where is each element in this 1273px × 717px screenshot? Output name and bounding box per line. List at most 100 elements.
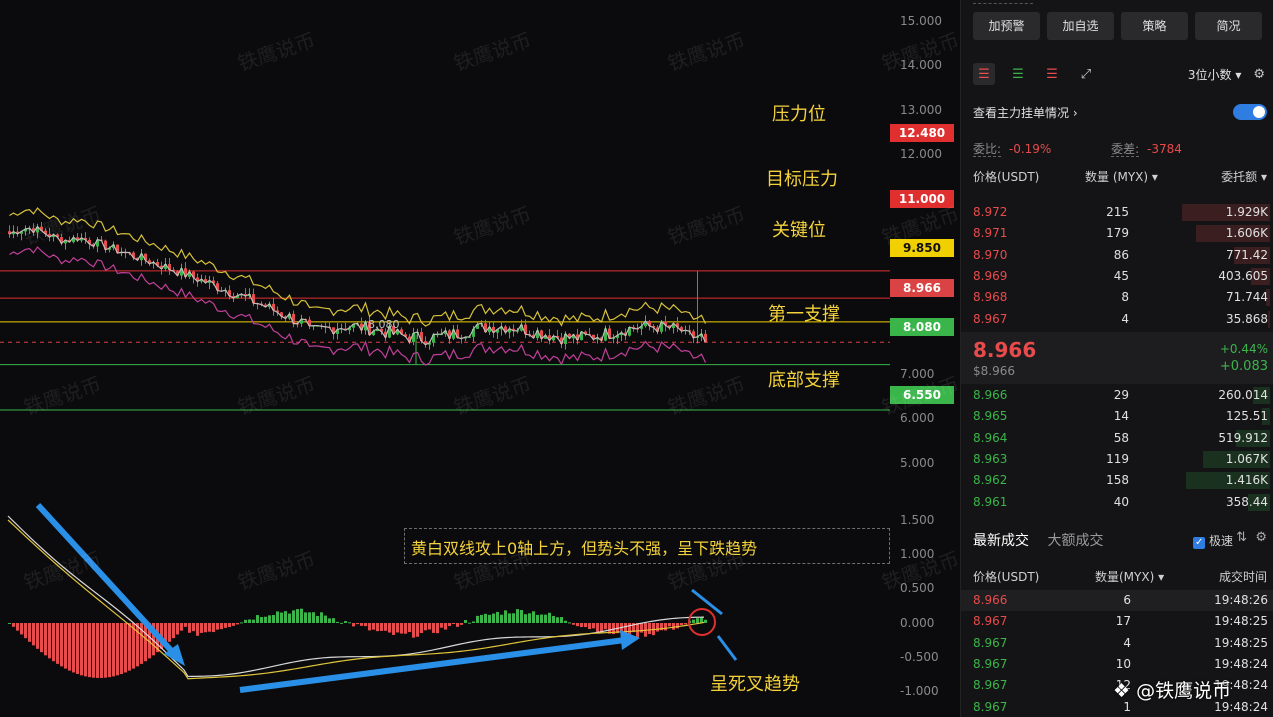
macd-histogram-bar <box>220 623 223 630</box>
bottom-support-price-tag: 6.550 <box>890 386 954 404</box>
macd-histogram-bar <box>508 613 511 623</box>
trade-qty-header[interactable]: 数量(MYX) ▾ <box>1095 568 1164 585</box>
macd-histogram-bar <box>584 623 587 628</box>
bid-row[interactable]: 8.961 40 358.44 <box>961 492 1273 513</box>
macd-histogram-bar <box>636 623 639 638</box>
macd-histogram-bar <box>368 623 371 631</box>
macd-histogram-bar <box>564 620 567 623</box>
macd-histogram-bar <box>172 623 175 639</box>
macd-histogram-bar <box>48 623 51 659</box>
macd-histogram-bar <box>436 623 439 634</box>
add-alert-button[interactable]: 加预警 <box>973 12 1040 40</box>
main-orders-toggle[interactable] <box>1233 104 1267 120</box>
settings-icon[interactable]: ⚙ <box>1255 530 1267 545</box>
first-support-price-tag: 8.080 <box>890 318 954 336</box>
ask-row[interactable]: 8.969 45 403.605 <box>961 266 1273 287</box>
bid-row[interactable]: 8.965 14 125.51 <box>961 406 1273 427</box>
bid-row[interactable]: 8.962 158 1.416K <box>961 470 1273 491</box>
macd-histogram-bar <box>484 613 487 623</box>
macd-histogram-bar <box>412 623 415 638</box>
macd-histogram-bar <box>648 623 651 635</box>
overview-button[interactable]: 简况 <box>1195 12 1262 40</box>
ask-amount: 403.605 <box>1218 268 1268 283</box>
bid-row[interactable]: 8.966 29 260.014 <box>961 385 1273 406</box>
bid-qty: 158 <box>1106 473 1129 488</box>
macd-histogram-bar <box>20 623 23 635</box>
macd-histogram-bar <box>280 612 283 623</box>
ask-row[interactable]: 8.968 8 71.744 <box>961 287 1273 308</box>
book-bids-icon[interactable]: ☰ <box>1007 63 1029 85</box>
change-percent: +0.44% <box>1219 342 1268 356</box>
macd-histogram-bar <box>12 623 15 627</box>
kline-chart[interactable]: 15.000 14.000 13.000 12.000 7.000 6.000 … <box>0 0 960 717</box>
book-both-icon[interactable]: ☰ <box>973 63 995 85</box>
bid-qty: 58 <box>1113 430 1129 445</box>
macd-histogram-bar <box>8 623 11 624</box>
tab-latest-trades[interactable]: 最新成交 <box>973 533 1029 549</box>
ask-price: 8.972 <box>973 205 1008 219</box>
top-divider <box>973 3 1033 4</box>
book-qty-header-label: 数量 (MYX) <box>1085 170 1149 184</box>
strategy-button[interactable]: 策略 <box>1121 12 1188 40</box>
macd-histogram-bar <box>208 623 211 632</box>
first-support-label: 第一支撑 <box>768 304 840 325</box>
settings-icon[interactable]: ⚙ <box>1253 67 1265 82</box>
macd-histogram-bar <box>560 617 563 623</box>
current-price-tag: 8.966 <box>890 279 954 297</box>
macd-histogram-bar <box>128 623 131 671</box>
ask-row[interactable]: 8.967 4 35.868 <box>961 309 1273 330</box>
macd-histogram-bar <box>240 622 243 624</box>
main-orders-link[interactable]: 查看主力挂单情况 › <box>973 104 1269 121</box>
bid-price: 8.964 <box>973 430 1008 445</box>
filter-icon[interactable]: ⇅ <box>1236 530 1247 545</box>
macd-histogram-bar <box>196 623 199 636</box>
bid-amount: 1.067K <box>1225 451 1268 466</box>
fast-mode-checkbox[interactable]: ✓ 极速 <box>1193 532 1233 549</box>
macd-histogram-bar <box>604 623 607 630</box>
macd-histogram-bar <box>384 623 387 631</box>
book-view-toolbar: ☰ ☰ ☰ ⤢ 3位小数 ▾ ⚙ <box>973 60 1265 88</box>
tab-large-trades[interactable]: 大额成交 <box>1047 533 1103 549</box>
action-buttons: 加预警 加自选 策略 简况 <box>973 12 1269 40</box>
add-watchlist-button[interactable]: 加自选 <box>1047 12 1114 40</box>
macd-histogram-bar <box>260 617 263 623</box>
precision-select[interactable]: 3位小数 ▾ <box>1188 66 1242 83</box>
macd-histogram-bar <box>684 623 687 625</box>
macd-histogram-bar <box>40 623 43 653</box>
bid-row[interactable]: 8.963 119 1.067K <box>961 449 1273 470</box>
ask-price: 8.970 <box>973 247 1008 262</box>
book-price-header: 价格(USDT) <box>973 170 1040 184</box>
book-qty-header[interactable]: 数量 (MYX) ▾ <box>1085 168 1158 185</box>
ask-row[interactable]: 8.970 86 771.42 <box>961 245 1273 266</box>
bid-row[interactable]: 8.964 58 519.912 <box>961 428 1273 449</box>
ask-qty: 86 <box>1113 247 1129 262</box>
macd-histogram-bar <box>28 623 31 642</box>
book-asks-icon[interactable]: ☰ <box>1041 63 1063 85</box>
trade-time-header: 成交时间 <box>1218 570 1267 584</box>
trade-row: 8.967 4 19:48:25 <box>961 633 1273 654</box>
macd-histogram-bar <box>204 623 207 633</box>
bid-price: 8.966 <box>973 388 1008 402</box>
macd-histogram-bar <box>64 623 67 669</box>
macd-histogram-bar <box>188 623 191 633</box>
ask-row[interactable]: 8.972 215 1.929K <box>961 202 1273 223</box>
macd-histogram-bar <box>300 608 303 623</box>
order-book-header: 价格(USDT) 数量 (MYX) ▾ 委托额 ▾ <box>973 168 1269 188</box>
macd-histogram-bar <box>432 623 435 633</box>
fast-mode-label: 极速 <box>1208 534 1233 548</box>
ask-price: 8.971 <box>973 226 1008 241</box>
book-amount-header[interactable]: 委托额 ▾ <box>1221 168 1267 185</box>
expand-icon[interactable]: ⤢ <box>1075 63 1097 85</box>
trade-price: 8.967 <box>973 635 1008 650</box>
macd-histogram-bar <box>344 621 347 623</box>
main-orders-label: 查看主力挂单情况 <box>973 106 1070 120</box>
ask-qty: 215 <box>1106 205 1129 219</box>
ask-row[interactable]: 8.971 179 1.606K <box>961 223 1273 244</box>
macd-histogram-bar <box>592 623 595 629</box>
macd-histogram-bar <box>696 618 699 623</box>
macd-histogram-bar <box>184 623 187 627</box>
macd-histogram-bar <box>176 623 179 635</box>
macd-histogram-bar <box>448 623 451 627</box>
macd-tick: -1.000 <box>900 684 939 698</box>
resistance-label: 压力位 <box>772 104 826 125</box>
